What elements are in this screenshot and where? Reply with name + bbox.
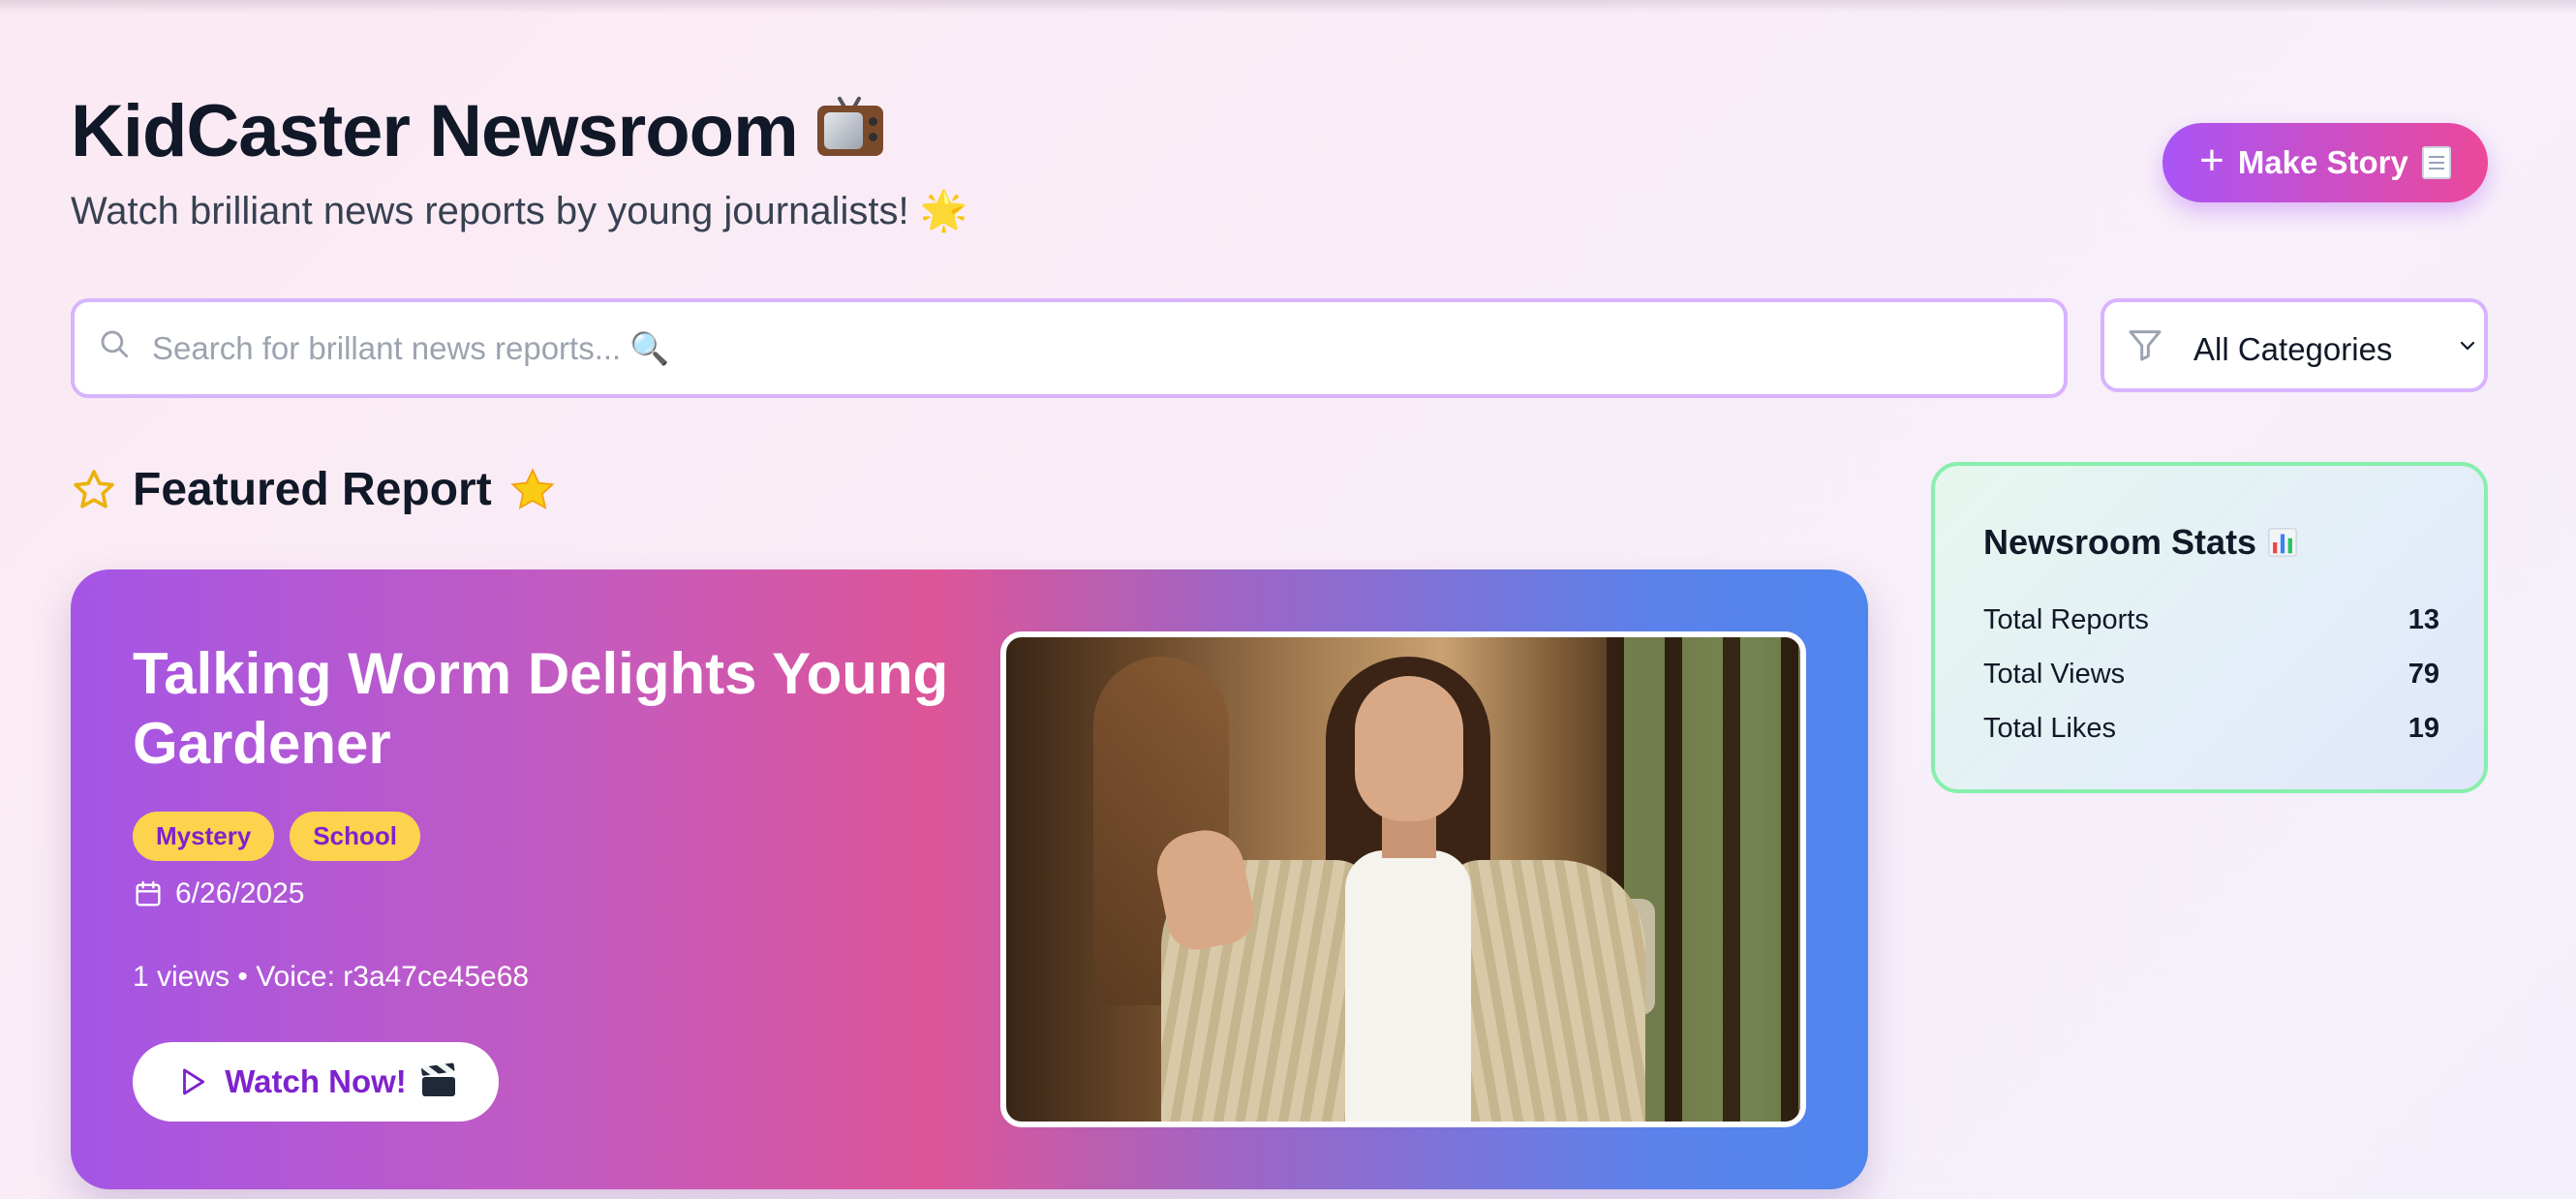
featured-report-card[interactable]: Talking Worm Delights Young Gardener Mys… xyxy=(71,569,1868,1189)
clapperboard-icon xyxy=(420,1062,455,1096)
make-story-label: Make Story xyxy=(2237,144,2408,180)
chevron-down-icon xyxy=(2460,341,2475,351)
plus-icon: + xyxy=(2199,137,2224,184)
page-title-text: KidCaster Newsroom xyxy=(71,90,799,172)
calendar-icon xyxy=(136,880,161,907)
tv-icon xyxy=(815,95,885,166)
stat-value: 13 xyxy=(2407,604,2439,635)
stat-row-total-reports: Total Reports 13 xyxy=(1983,604,2439,636)
report-meta: 1 views • Voice: r3a47ce45e68 xyxy=(133,961,530,993)
tag-badge: Mystery xyxy=(133,812,275,861)
report-tags: Mystery School xyxy=(133,812,420,861)
top-shadow xyxy=(0,0,2576,14)
page-title: KidCaster Newsroom xyxy=(71,89,885,173)
make-story-button[interactable]: + Make Story xyxy=(2162,123,2488,202)
bar-chart-icon xyxy=(2268,528,2297,557)
memo-icon xyxy=(2421,146,2451,179)
stats-title: Newsroom Stats xyxy=(1983,522,2299,563)
star-icon xyxy=(510,467,555,509)
stat-value: 79 xyxy=(2407,659,2439,690)
filter-icon xyxy=(2129,330,2162,361)
video-thumbnail[interactable] xyxy=(1000,631,1806,1127)
watch-now-button[interactable]: Watch Now! xyxy=(133,1042,499,1122)
watch-now-label: Watch Now! xyxy=(225,1063,407,1099)
stats-title-text: Newsroom Stats xyxy=(1983,522,2257,562)
stat-label: Total Likes xyxy=(1983,713,2117,744)
category-selected-value: All Categories xyxy=(2193,331,2393,367)
category-filter-select[interactable]: All Categories xyxy=(2101,298,2488,392)
search-box[interactable] xyxy=(71,298,2068,398)
search-icon xyxy=(101,330,129,358)
page-subtitle: Watch brilliant news reports by young jo… xyxy=(71,190,968,232)
report-date-text: 6/26/2025 xyxy=(175,877,305,909)
search-input[interactable] xyxy=(152,318,2040,380)
stat-value: 19 xyxy=(2407,713,2439,744)
report-title: Talking Worm Delights Young Gardener xyxy=(133,641,949,776)
stat-row-total-likes: Total Likes 19 xyxy=(1983,713,2439,745)
featured-heading: Featured Report xyxy=(71,463,558,516)
tag-badge: School xyxy=(290,812,420,861)
newsroom-stats-card: Newsroom Stats Total Reports 13 Total Vi… xyxy=(1931,462,2488,793)
stat-row-total-views: Total Views 79 xyxy=(1983,659,2439,691)
report-date: 6/26/2025 xyxy=(133,877,304,910)
star-outline-icon xyxy=(74,469,114,508)
featured-heading-text: Featured Report xyxy=(133,464,492,515)
play-icon xyxy=(183,1068,205,1095)
stat-label: Total Reports xyxy=(1983,604,2149,635)
stat-label: Total Views xyxy=(1983,659,2126,690)
